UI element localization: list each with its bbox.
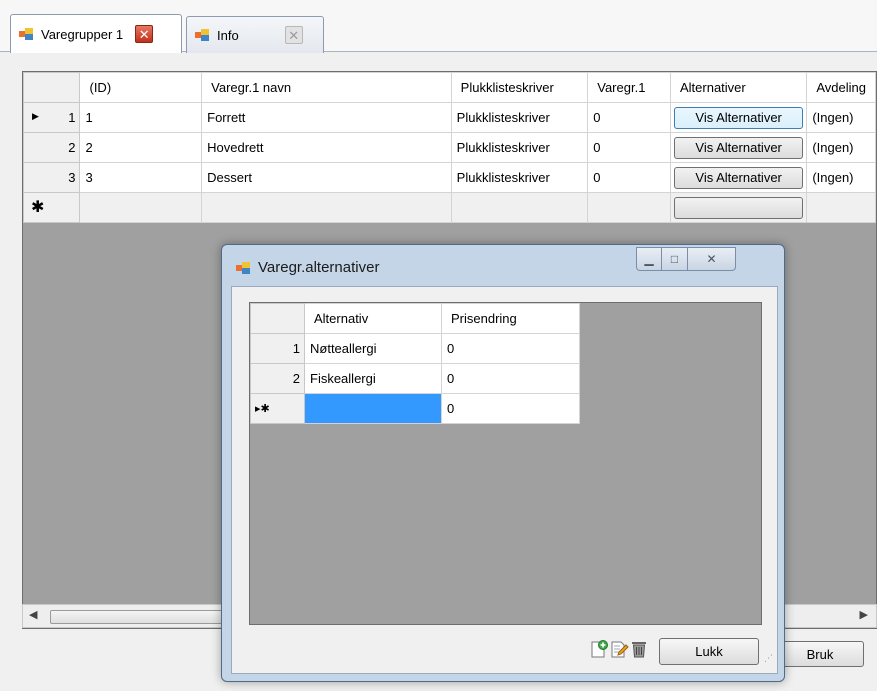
- cell-name[interactable]: Forrett: [201, 102, 452, 133]
- cell-prisendring[interactable]: 0: [441, 333, 580, 364]
- cell-name[interactable]: Dessert: [201, 162, 452, 193]
- row-header[interactable]: 1: [250, 333, 305, 364]
- tab-info[interactable]: Info ✕: [186, 16, 324, 53]
- cell-name[interactable]: [201, 192, 452, 223]
- scroll-left-icon[interactable]: ◀: [29, 608, 37, 621]
- close-icon[interactable]: ✕: [688, 247, 736, 271]
- column-header-avdeling[interactable]: Avdeling: [806, 72, 876, 103]
- varegrupper-table: (ID) Varegr.1 navn Plukklisteskriver Var…: [23, 72, 876, 223]
- vis-alternativer-button[interactable]: Vis Alternativer: [673, 136, 804, 159]
- cell-id[interactable]: 3: [79, 162, 203, 193]
- cell-varegr[interactable]: [587, 192, 671, 223]
- current-row-icon: ▶: [32, 111, 39, 121]
- row-header[interactable]: ✱: [23, 192, 81, 223]
- row-header[interactable]: 2: [250, 363, 305, 394]
- cell-printer[interactable]: Plukklisteskriver: [450, 102, 589, 133]
- dialog-title-text: Varegr.alternativer: [258, 259, 380, 276]
- column-header-prisendring[interactable]: Prisendring: [441, 303, 580, 334]
- cell-varegr[interactable]: 0: [587, 162, 671, 193]
- cell-prisendring[interactable]: 0: [441, 363, 580, 394]
- resize-grip-icon[interactable]: ⋰: [764, 653, 773, 664]
- cell-varegr[interactable]: 0: [587, 102, 671, 133]
- corner-header: [23, 72, 81, 103]
- header-row: (ID) Varegr.1 navn Plukklisteskriver Var…: [23, 72, 876, 103]
- new-row-icon: ✱: [31, 198, 45, 216]
- scroll-right-icon[interactable]: ▶: [860, 608, 868, 621]
- cell-id[interactable]: [79, 192, 203, 223]
- maximize-icon[interactable]: □: [662, 247, 688, 271]
- row-header[interactable]: 3: [23, 162, 81, 193]
- column-header-id[interactable]: (ID): [79, 72, 203, 103]
- table-row[interactable]: ▶ 1 1 Forrett Plukklisteskriver 0 Vis Alt…: [23, 102, 876, 133]
- scroll-thumb[interactable]: [50, 610, 228, 624]
- table-row[interactable]: 1 Nøtteallergi 0: [250, 333, 580, 364]
- cell-alternativer: Vis Alternativer: [669, 162, 808, 193]
- table-row[interactable]: 3 3 Dessert Plukklisteskriver 0 Vis Alte…: [23, 162, 876, 193]
- minimize-icon[interactable]: ▁: [636, 247, 662, 271]
- cell-alternativer: [669, 192, 808, 223]
- bruk-button[interactable]: Bruk: [776, 641, 864, 667]
- vis-alternativer-button[interactable]: Vis Alternativer: [673, 106, 804, 129]
- app-icon: [236, 261, 250, 274]
- dialog-title: Varegr.alternativer: [236, 259, 379, 276]
- cell-prisendring[interactable]: 0: [441, 393, 580, 424]
- new-row[interactable]: ▸✱ 0: [250, 393, 580, 424]
- column-header-name[interactable]: Varegr.1 navn: [201, 72, 452, 103]
- cell-id[interactable]: 2: [79, 132, 203, 163]
- close-icon[interactable]: ✕: [284, 26, 303, 44]
- alternativer-dialog: Varegr.alternativer ▁ □ ✕ Alternativ Pri…: [221, 244, 785, 682]
- cell-avdeling[interactable]: (Ingen): [806, 162, 876, 193]
- row-header[interactable]: ▶ 1: [23, 102, 81, 133]
- cell-id[interactable]: 1: [79, 102, 203, 133]
- lukk-button[interactable]: Lukk: [659, 638, 759, 665]
- tab-label: Info: [217, 27, 239, 43]
- tab-strip: Varegrupper 1 ✕ Info ✕: [0, 0, 877, 53]
- delete-icon[interactable]: [629, 640, 649, 658]
- row-header[interactable]: 2: [23, 132, 81, 163]
- new-row[interactable]: ✱: [23, 192, 876, 223]
- table-row[interactable]: 2 2 Hovedrett Plukklisteskriver 0 Vis Al…: [23, 132, 876, 163]
- tab-label: Varegrupper 1: [41, 26, 124, 42]
- cell-alternativer: Vis Alternativer: [669, 102, 808, 133]
- table-row[interactable]: 2 Fiskeallergi 0: [250, 363, 580, 394]
- cell-alternativer: Vis Alternativer: [669, 132, 808, 163]
- cell-varegr[interactable]: 0: [587, 132, 671, 163]
- header-row: Alternativ Prisendring: [250, 303, 580, 334]
- cell-avdeling[interactable]: (Ingen): [806, 132, 876, 163]
- add-icon[interactable]: [589, 640, 609, 658]
- column-header-alternativ[interactable]: Alternativ: [304, 303, 442, 334]
- alternativer-grid: Alternativ Prisendring 1 Nøtteallergi 0 …: [249, 302, 762, 625]
- cell-name[interactable]: Hovedrett: [201, 132, 452, 163]
- vis-alternativer-button[interactable]: Vis Alternativer: [673, 166, 804, 189]
- column-header-printer[interactable]: Plukklisteskriver: [450, 72, 589, 103]
- cell-alternativ[interactable]: Fiskeallergi: [304, 363, 442, 394]
- cell-printer[interactable]: [450, 192, 589, 223]
- cell-printer[interactable]: Plukklisteskriver: [450, 132, 589, 163]
- corner-header: [250, 303, 305, 334]
- close-icon[interactable]: ✕: [135, 25, 154, 43]
- cell-alternativ[interactable]: Nøtteallergi: [304, 333, 442, 364]
- cell-printer[interactable]: Plukklisteskriver: [450, 162, 589, 193]
- app-icon: [195, 29, 209, 41]
- new-row-icon[interactable]: ▸✱: [250, 393, 305, 424]
- column-header-alternativer[interactable]: Alternativer: [669, 72, 808, 103]
- dialog-client-area: Alternativ Prisendring 1 Nøtteallergi 0 …: [231, 286, 778, 674]
- cell-alternativ-selected[interactable]: [304, 393, 442, 424]
- tab-varegrupper[interactable]: Varegrupper 1 ✕: [10, 14, 182, 53]
- new-row-button[interactable]: [673, 196, 804, 219]
- alternativer-table: Alternativ Prisendring 1 Nøtteallergi 0 …: [250, 303, 580, 424]
- edit-icon[interactable]: [609, 640, 629, 658]
- cell-avdeling[interactable]: [806, 192, 876, 223]
- cell-avdeling[interactable]: (Ingen): [806, 102, 876, 133]
- app-icon: [19, 28, 33, 40]
- column-header-varegr[interactable]: Varegr.1: [587, 72, 671, 103]
